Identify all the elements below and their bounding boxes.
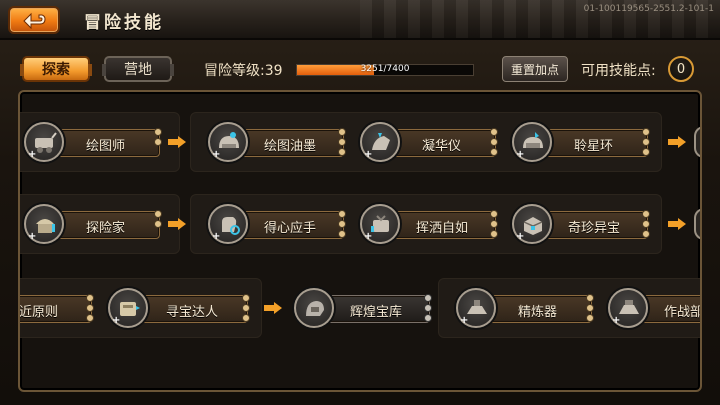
arrow-right-icon [264,302,282,314]
skill-node-label: 探险家 [86,221,126,236]
skill-node-label: 就近原则 [19,305,59,320]
skill-level-dots [154,128,164,148]
plus-icon: + [516,149,525,160]
skill-node-label: 辉煌宝库 [350,305,403,320]
skill-node-label: 得心应手 [264,221,317,236]
plus-icon: + [28,231,37,242]
condenser-icon: + [360,122,400,162]
treasure-hunter-icon: + [108,288,148,328]
plus-icon: + [612,315,621,326]
skill-level-dots [490,128,500,158]
build-id: 01-100119565-2551.2-101-1 [583,4,714,14]
skill-level-dots [424,294,434,324]
skill-tree-panel: + 绘图师 + 绘图油墨 + 凝华仪 + 聆星环 + 探险家 + 得心应手 + … [18,90,702,392]
xp-progress-text: 3251/7400 [360,64,410,74]
skill-level-dots [242,294,252,324]
tab-notch-left [20,64,24,76]
skill-node-condenser[interactable]: + 凝华仪 [360,122,498,162]
hand-skill-icon: + [208,204,248,244]
glorious-vault-icon [294,288,334,328]
skill-node-rare-treasure[interactable]: + 奇珍异宝 [512,204,650,244]
star-ring-helmet-icon: + [512,122,552,162]
tab-explore[interactable]: 探索 [20,56,92,82]
combat-dept-icon: + [608,288,648,328]
skill-level-dots [642,128,652,158]
arrow-right-icon [668,136,686,148]
skill-node-label: 奇珍异宝 [568,221,621,236]
back-arrow-icon [23,12,46,30]
adventure-level-label: 冒险等级:39 [204,63,283,79]
plus-icon: + [516,231,525,242]
game-screen: 冒险技能 01-100119565-2551.2-101-1 探索 营地 冒险等… [0,0,720,405]
top-bar: 冒险技能 01-100119565-2551.2-101-1 [0,0,720,40]
reset-points-button[interactable]: 重置加点 [502,56,568,82]
skill-level-dots [86,294,96,324]
skill-node-glorious-vault[interactable]: 辉煌宝库 [294,288,432,328]
skill-node-label: 精炼器 [518,305,558,320]
skill-level-dots [586,294,596,324]
skill-points-label: 可用技能点: [581,63,656,79]
plus-icon: + [212,231,221,242]
skill-node-label: 挥洒自如 [416,221,469,236]
skill-points-value: 0 [668,56,694,82]
tab-notch-right [88,64,92,76]
plus-icon: + [364,149,373,160]
tab-camp[interactable]: 营地 [102,56,174,82]
tab-notch-right [170,64,174,76]
arrow-right-icon [168,136,186,148]
plus-icon: + [364,231,373,242]
plus-icon: + [28,149,37,160]
plus-icon: + [212,149,221,160]
skill-node-label: 绘图油墨 [264,139,317,154]
offscreen-node-edge [694,208,700,240]
skill-node-treasure-hunter[interactable]: + 寻宝达人 [108,288,250,328]
skill-node-label: 聆星环 [574,139,614,154]
skill-node-label: 凝华仪 [422,139,462,154]
skill-node-star-ring[interactable]: + 聆星环 [512,122,650,162]
skill-node-explorer[interactable]: + 探险家 [24,204,162,244]
tab-camp-label: 营地 [124,62,152,78]
refiner-icon: + [456,288,496,328]
skill-level-dots [642,210,652,240]
plus-icon: + [112,315,121,326]
skill-node-map-ink[interactable]: + 绘图油墨 [208,122,346,162]
ease-icon: + [360,204,400,244]
plus-icon: + [460,315,469,326]
skill-node-label: 寻宝达人 [166,305,219,320]
skill-level-dots [338,210,348,240]
cartographer-cart-icon: + [24,122,64,162]
xp-progress-bar: 3251/7400 [296,64,474,76]
ink-helmet-icon: + [208,122,248,162]
skill-node-combat-dept[interactable]: + 作战部 [608,288,702,328]
skill-node-with-ease[interactable]: + 挥洒自如 [360,204,498,244]
skill-node-deft-hand[interactable]: + 得心应手 [208,204,346,244]
skill-level-dots [490,210,500,240]
skill-node-label: 作战部 [664,305,702,320]
skill-node-refiner[interactable]: + 精炼器 [456,288,594,328]
back-button[interactable] [8,6,60,34]
skill-level-dots [154,210,164,230]
skill-node-cartographer[interactable]: + 绘图师 [24,122,162,162]
treasure-chest-icon: + [512,204,552,244]
page-title: 冒险技能 [84,13,164,33]
arrow-right-icon [668,218,686,230]
skill-node-proximity[interactable]: 就近原则 [19,288,94,328]
skill-node-label: 绘图师 [86,139,126,154]
tab-notch-left [102,64,106,76]
explorer-icon: + [24,204,64,244]
arrow-right-icon [168,218,186,230]
offscreen-node-edge [694,126,700,158]
skill-level-dots [338,128,348,158]
tab-explore-label: 探索 [42,62,70,78]
